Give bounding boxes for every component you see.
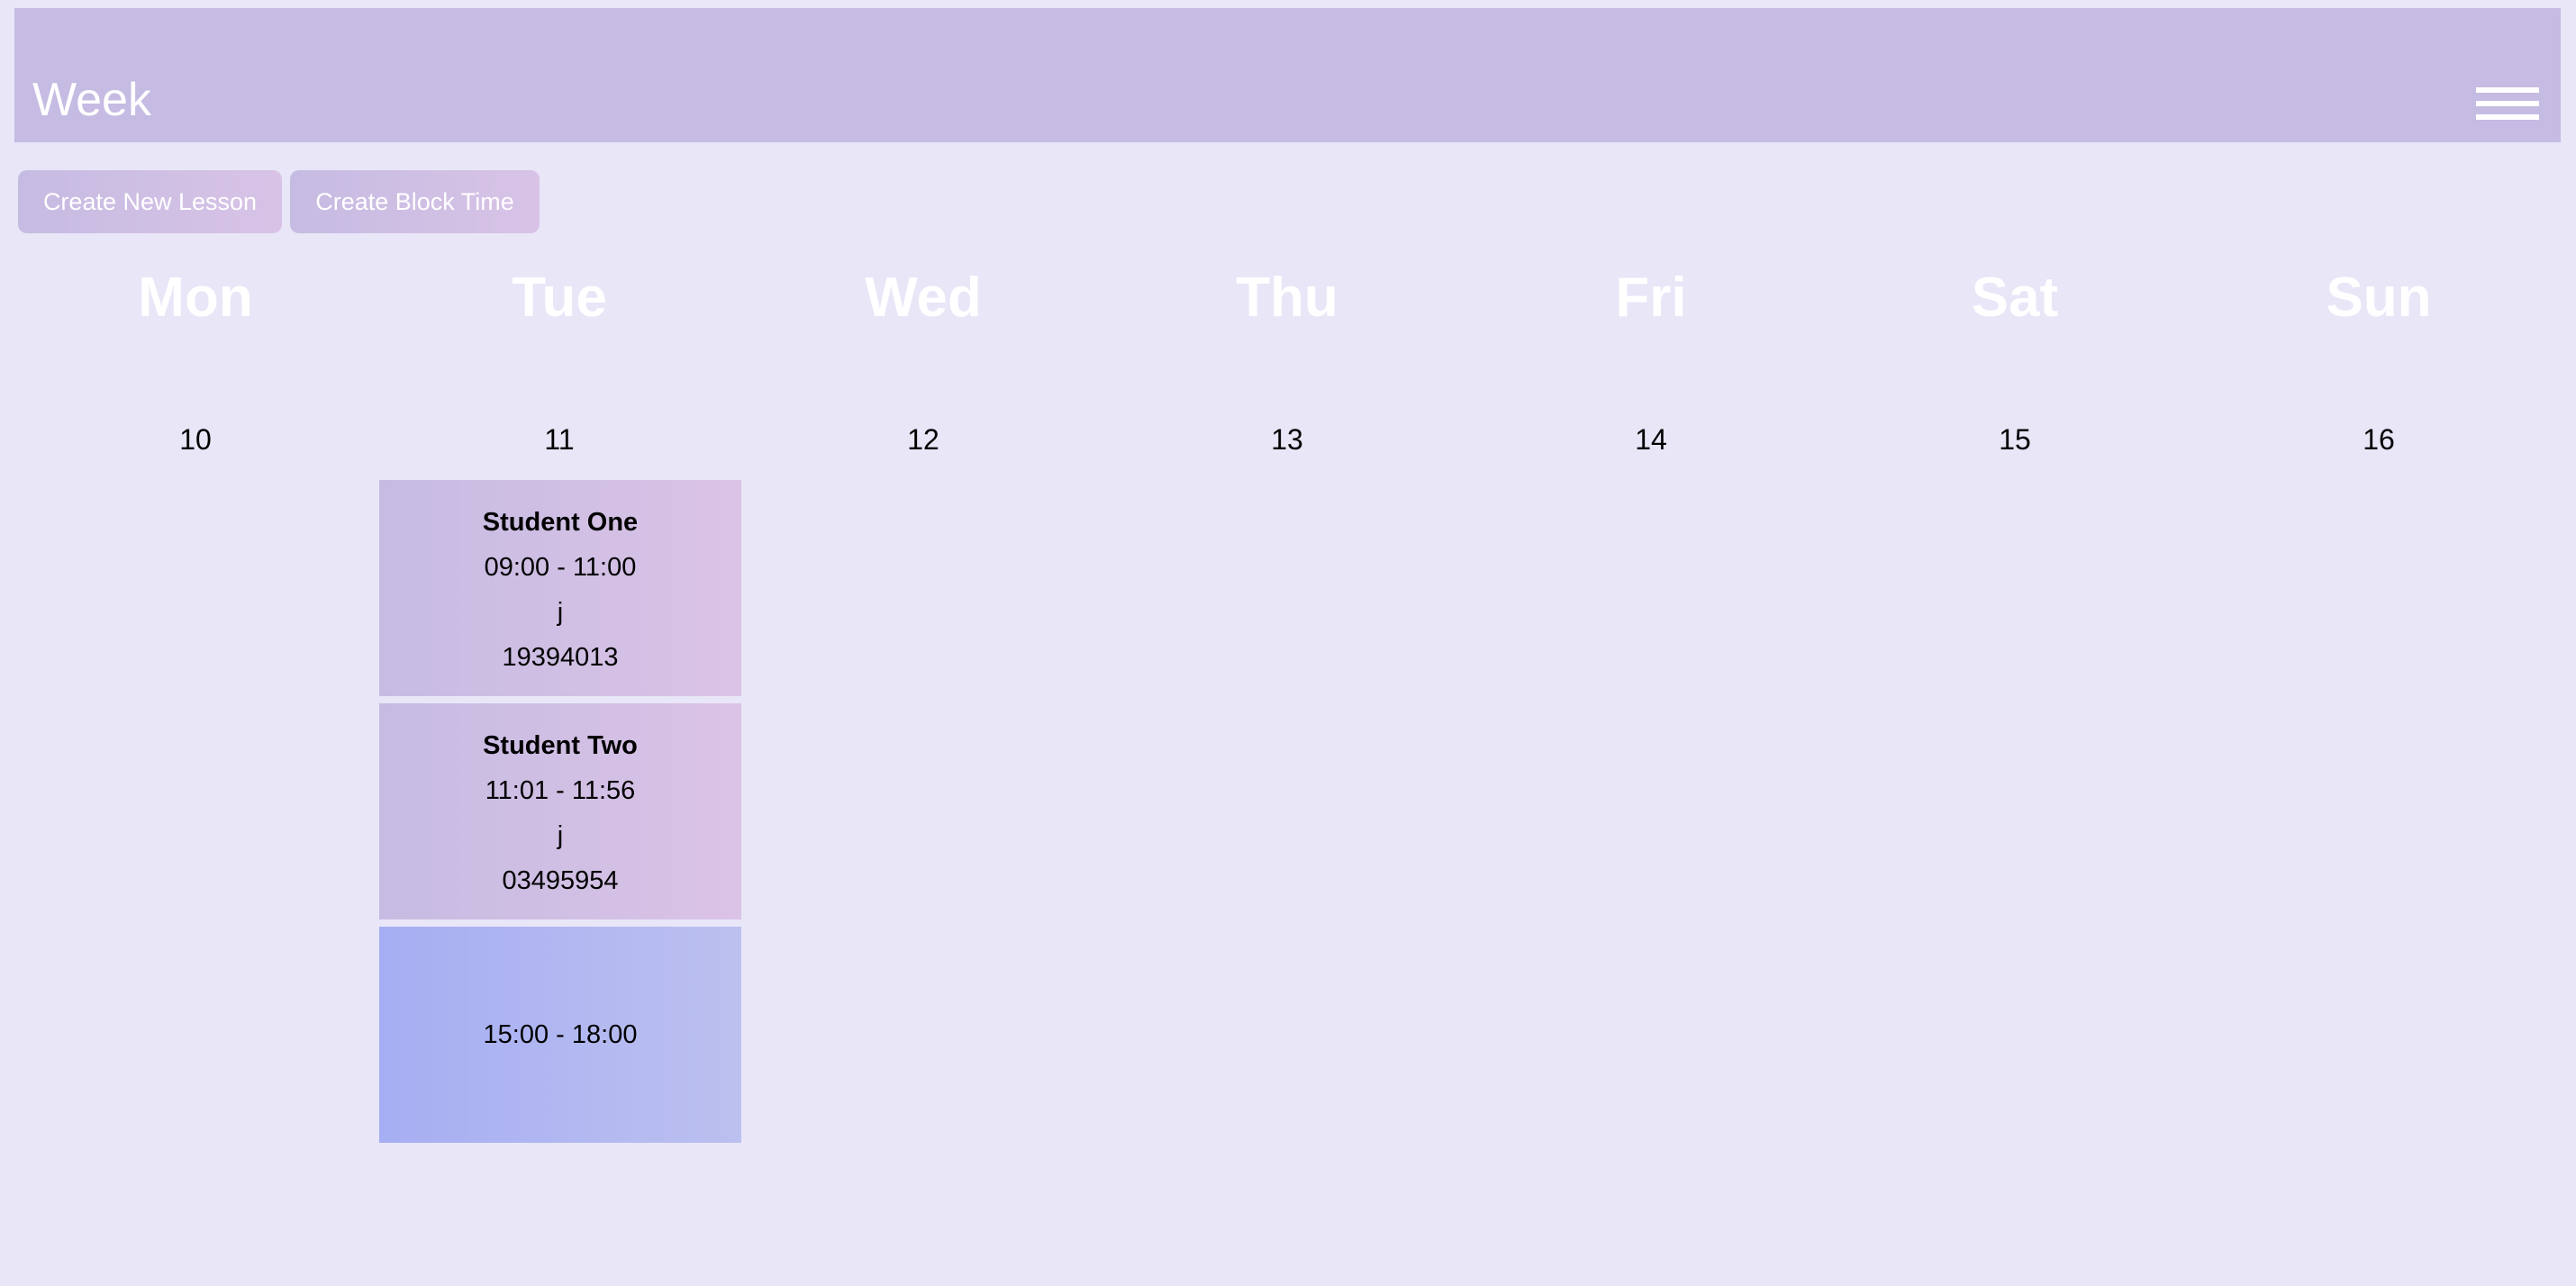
page-title: Week: [32, 74, 151, 126]
day-date: 10: [179, 423, 212, 456]
app-header: Week: [14, 8, 2561, 142]
day-date: 12: [907, 423, 939, 456]
day-name: Sun: [2326, 267, 2432, 329]
hamburger-menu-icon[interactable]: [2476, 80, 2539, 131]
day-name: Mon: [138, 267, 253, 329]
day-date: 13: [1271, 423, 1303, 456]
lesson-phone: 03495954: [502, 866, 619, 895]
day-column-thu: Thu 13: [1106, 267, 1468, 455]
day-name: Fri: [1615, 267, 1687, 329]
day-column-sun: Sun 16: [2198, 267, 2560, 455]
menu-bar: [2476, 87, 2539, 93]
block-time-card[interactable]: 15:00 - 18:00: [379, 927, 741, 1143]
day-name: Thu: [1236, 267, 1338, 329]
lesson-student-name: Student Two: [483, 731, 638, 760]
menu-bar: [2476, 101, 2539, 106]
day-date: 11: [544, 423, 575, 456]
create-block-time-button[interactable]: Create Block Time: [290, 170, 540, 233]
day-column-sat: Sat 15: [1834, 267, 2196, 455]
lesson-phone: 19394013: [502, 643, 619, 672]
day-date: 16: [2363, 423, 2395, 456]
day-column-wed: Wed 12: [742, 267, 1104, 455]
lesson-time: 11:01 - 11:56: [485, 776, 636, 805]
day-column-tue: Tue 11: [378, 267, 740, 455]
day-column-mon: Mon 10: [14, 267, 376, 455]
create-new-lesson-button[interactable]: Create New Lesson: [18, 170, 282, 233]
lesson-note: j: [557, 598, 564, 627]
day-name: Sat: [1971, 267, 2059, 329]
lesson-student-name: Student One: [482, 508, 639, 537]
lesson-card[interactable]: Student One 09:00 - 11:00 j 19394013: [379, 480, 741, 696]
day-date: 15: [1999, 423, 2031, 456]
lesson-card[interactable]: Student Two 11:01 - 11:56 j 03495954: [379, 703, 741, 919]
lesson-note: j: [557, 821, 564, 850]
menu-bar: [2476, 114, 2539, 120]
lesson-time: 09:00 - 11:00: [484, 553, 637, 582]
day-name: Tue: [512, 267, 607, 329]
day-name: Wed: [865, 267, 982, 329]
day-date: 14: [1635, 423, 1667, 456]
day-column-fri: Fri 14: [1470, 267, 1832, 455]
block-time: 15:00 - 18:00: [483, 1020, 638, 1049]
